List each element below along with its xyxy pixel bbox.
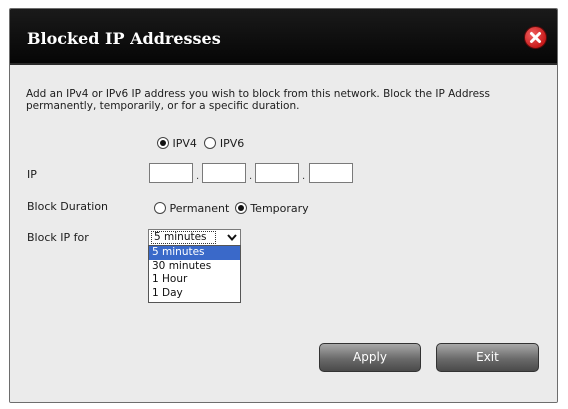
block-ip-for-options: 5 minutes 30 minutes 1 Hour 1 Day bbox=[148, 245, 241, 303]
radio-permanent-button[interactable] bbox=[154, 202, 166, 214]
radio-temporary-label: Temporary bbox=[250, 202, 309, 215]
block-duration-label: Block Duration bbox=[27, 200, 109, 213]
option-1-day[interactable]: 1 Day bbox=[149, 287, 240, 301]
option-1-hour[interactable]: 1 Hour bbox=[149, 273, 240, 287]
option-30-minutes[interactable]: 30 minutes bbox=[149, 260, 240, 274]
radio-permanent-label: Permanent bbox=[169, 202, 230, 215]
chevron-down-icon[interactable] bbox=[227, 233, 237, 245]
radio-ipv6-button[interactable] bbox=[204, 137, 217, 149]
radio-temporary-button[interactable] bbox=[234, 202, 247, 214]
radio-ipv4-button[interactable] bbox=[157, 137, 169, 149]
option-5-minutes[interactable]: 5 minutes bbox=[149, 246, 240, 260]
radio-ipv6[interactable]: IPV6 bbox=[204, 137, 244, 150]
block-duration-group: Permanent Temporary bbox=[154, 202, 309, 215]
dialog-title: Blocked IP Addresses bbox=[27, 29, 221, 48]
close-icon[interactable] bbox=[524, 26, 547, 49]
ip-octet-1[interactable] bbox=[149, 163, 193, 183]
radio-ipv6-label: IPV6 bbox=[219, 137, 245, 150]
ip-octet-2[interactable] bbox=[202, 163, 246, 183]
dialog-description: Add an IPv4 or IPv6 IP address you wish … bbox=[26, 88, 490, 112]
ip-label: IP bbox=[27, 168, 37, 181]
ip-separator-3: . bbox=[302, 171, 306, 182]
radio-ipv4[interactable]: IPV4 bbox=[157, 137, 200, 150]
ip-version-group: IPV4 IPV6 bbox=[157, 137, 244, 150]
ip-separator-2: . bbox=[249, 171, 253, 182]
radio-temporary[interactable]: Temporary bbox=[234, 202, 309, 215]
block-ip-for-select[interactable]: 5 minutes bbox=[148, 229, 241, 246]
ip-octet-4[interactable] bbox=[309, 163, 353, 183]
radio-permanent[interactable]: Permanent bbox=[154, 202, 233, 215]
block-ip-for-value: 5 minutes bbox=[151, 231, 216, 244]
exit-button[interactable]: Exit bbox=[436, 343, 539, 372]
dialog-titlebar: Blocked IP Addresses bbox=[10, 9, 557, 65]
radio-ipv4-label: IPV4 bbox=[172, 137, 197, 150]
block-ip-for-label: Block IP for bbox=[27, 231, 89, 244]
apply-button[interactable]: Apply bbox=[319, 343, 421, 372]
ip-octet-3[interactable] bbox=[255, 163, 299, 183]
ip-separator-1: . bbox=[196, 171, 200, 182]
